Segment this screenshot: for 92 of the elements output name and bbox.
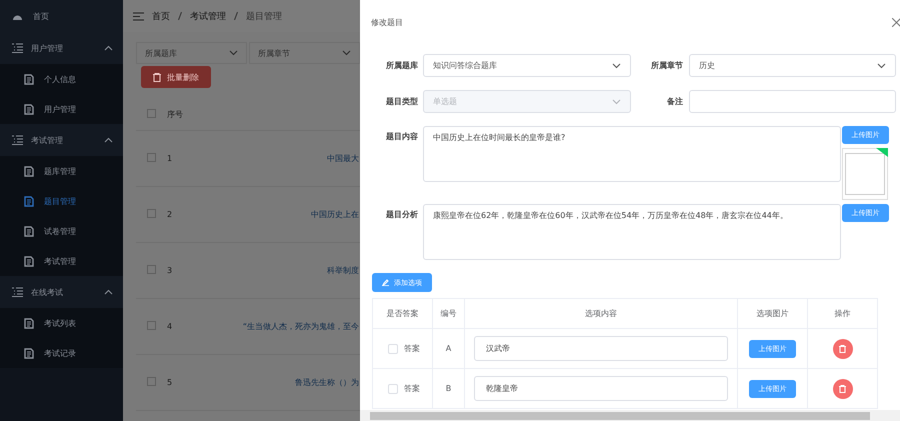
option-content-field[interactable]: 乾隆皇帝 <box>474 376 728 401</box>
field-label: 所属题库 <box>385 60 418 71</box>
column-header: 编号 <box>440 309 456 318</box>
chevron-down-icon <box>229 50 238 56</box>
sidebar-item[interactable]: 题目管理 <box>0 186 123 216</box>
row-checkbox[interactable] <box>147 377 156 386</box>
breadcrumb-separator <box>234 12 238 20</box>
column-header: 序号 <box>166 98 206 130</box>
row-checkbox[interactable] <box>147 321 156 330</box>
checkbox-label: 答案 <box>404 343 420 354</box>
delete-button[interactable] <box>832 338 852 358</box>
document-icon <box>24 256 34 266</box>
document-icon <box>24 166 34 176</box>
question-link[interactable]: “生当做人杰，死亦为鬼雄，至今 <box>242 322 359 331</box>
sidebar-group[interactable]: 考试管理 <box>0 124 123 156</box>
field-label: 题目内容 <box>385 131 418 142</box>
table-cell: 2 <box>167 210 172 219</box>
chevron-down-icon <box>877 62 886 68</box>
pencil-icon <box>382 279 389 286</box>
list-icon <box>12 287 23 297</box>
trash-icon <box>839 344 846 352</box>
list-icon <box>12 43 23 53</box>
breadcrumb-separator <box>178 12 182 20</box>
chapter-select[interactable]: 历史 <box>689 54 896 77</box>
sidebar-group[interactable]: 在线考试 <box>0 276 123 308</box>
breadcrumb-item[interactable]: 首页 <box>152 10 170 22</box>
sidebar-item[interactable]: 考试管理 <box>0 246 123 276</box>
chevron-up-icon <box>104 137 113 143</box>
close-icon <box>892 18 900 26</box>
trash-icon <box>839 384 846 392</box>
column-header: 选项图片 <box>756 309 788 318</box>
table-cell: 5 <box>167 378 172 387</box>
sidebar-item[interactable]: 试卷管理 <box>0 216 123 246</box>
field-label: 题目类型 <box>385 96 418 107</box>
chevron-down-icon <box>342 50 351 56</box>
field-label: 备注 <box>666 96 683 107</box>
column-header: 操作 <box>834 309 850 318</box>
field-label: 题目分析 <box>385 209 418 220</box>
success-corner-icon <box>876 148 888 157</box>
bank-select[interactable]: 知识问答综合题库 <box>423 54 631 77</box>
table-cell: 4 <box>167 322 172 331</box>
column-header: 选项内容 <box>585 309 617 318</box>
remark-field[interactable] <box>689 90 896 113</box>
delete-button[interactable] <box>832 378 852 398</box>
sidebar-item[interactable]: 考试列表 <box>0 308 123 338</box>
question-link[interactable]: 科举制度 <box>327 266 359 275</box>
field-label: 所属章节 <box>650 60 683 71</box>
checkbox-label: 答案 <box>404 383 420 394</box>
document-icon <box>24 318 34 328</box>
close-button[interactable] <box>892 18 900 26</box>
answer-checkbox[interactable] <box>388 384 398 394</box>
breadcrumb-item[interactable]: 考试管理 <box>190 10 226 22</box>
answer-checkbox[interactable] <box>388 344 398 354</box>
analysis-field[interactable]: 康熙皇帝在位62年，乾隆皇帝在位60年，汉武帝在位54年，万历皇帝在位48年，唐玄宗在位44年。 <box>423 204 841 260</box>
select-all-checkbox[interactable] <box>147 108 156 118</box>
document-icon <box>24 104 34 114</box>
chevron-up-icon <box>104 289 113 295</box>
trash-icon <box>153 72 161 82</box>
chevron-up-icon <box>104 45 113 51</box>
filter-select[interactable]: 所属章节 <box>249 42 360 64</box>
menu-icon[interactable] <box>133 12 144 20</box>
table-cell: 3 <box>167 266 172 275</box>
batch-delete-button[interactable]: 批量删除 <box>141 66 211 88</box>
horizontal-scrollbar[interactable] <box>360 410 900 421</box>
sidebar-item[interactable]: 个人信息 <box>0 64 123 94</box>
question-link[interactable]: 鲁迅先生称（）为 <box>295 378 359 387</box>
content-field[interactable]: 中国历史上在位时间最长的皇帝是谁? <box>423 126 841 182</box>
document-icon <box>24 74 34 84</box>
question-link[interactable]: 中国历史上在 <box>311 210 359 219</box>
row-checkbox[interactable] <box>147 209 156 218</box>
document-icon <box>24 196 34 206</box>
table-cell: 1 <box>167 154 172 163</box>
question-link[interactable]: 中国最大 <box>327 154 359 163</box>
filter-select[interactable]: 所属题库 <box>136 42 247 64</box>
option-letter: B <box>446 384 452 393</box>
sidebar-group[interactable]: 用户管理 <box>0 32 123 64</box>
sidebar-item[interactable]: 考试记录 <box>0 338 123 368</box>
sidebar-item[interactable]: 首页 <box>0 0 123 32</box>
dialog-title: 修改题目 <box>371 16 403 28</box>
column-header: 是否答案 <box>386 309 418 318</box>
document-icon <box>24 348 34 358</box>
document-icon <box>24 226 34 236</box>
row-checkbox[interactable] <box>147 265 156 274</box>
row-checkbox[interactable] <box>147 153 156 162</box>
breadcrumb-item[interactable]: 题目管理 <box>246 10 282 22</box>
sidebar-item[interactable]: 题库管理 <box>0 156 123 186</box>
sidebar-item[interactable]: 用户管理 <box>0 94 123 124</box>
chevron-down-icon <box>612 98 621 104</box>
list-icon <box>12 135 23 145</box>
option-content-field[interactable]: 汉武帝 <box>474 336 728 361</box>
option-letter: A <box>446 344 452 353</box>
chevron-down-icon <box>612 62 621 68</box>
